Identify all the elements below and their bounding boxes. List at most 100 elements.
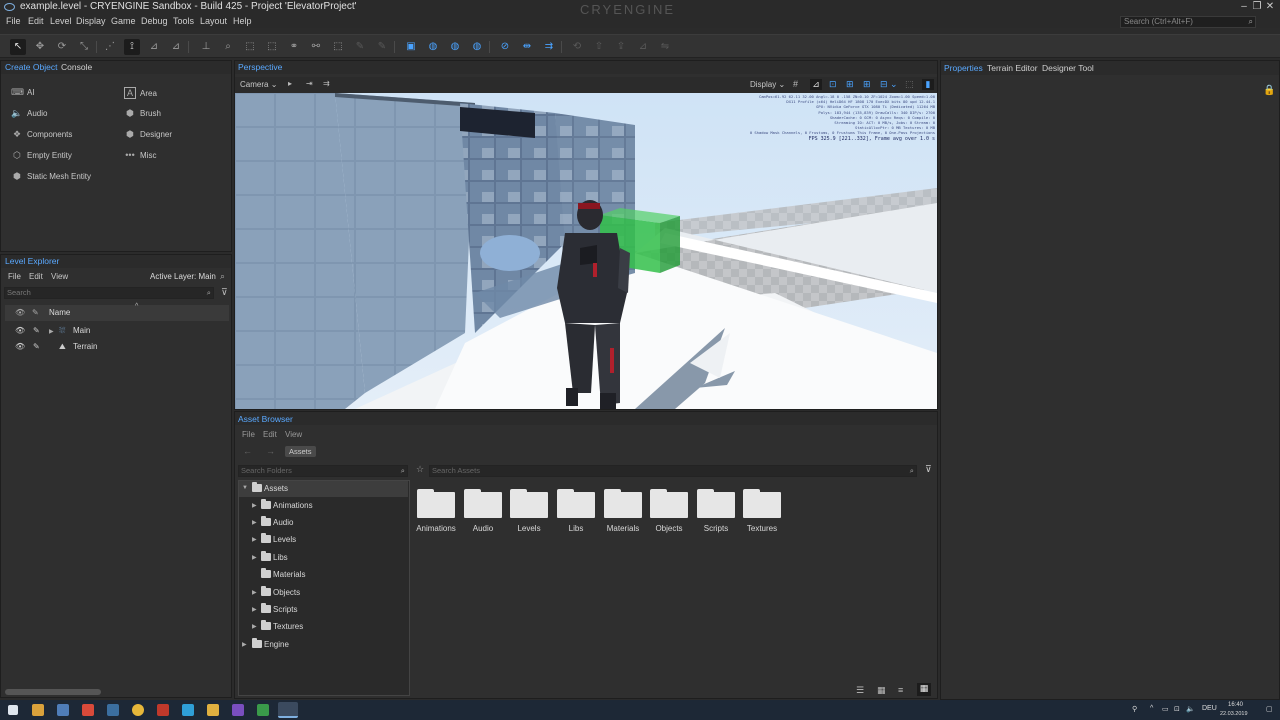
lock-icon[interactable]: 🔒: [1263, 85, 1275, 96]
create-ai-item[interactable]: ⌨ AI: [11, 87, 35, 98]
game-mode-icon[interactable]: ▣: [403, 39, 419, 55]
create-static-mesh-item[interactable]: ⬢ Static Mesh Entity: [11, 171, 91, 182]
search-assets-input[interactable]: Search Assets ⌕: [429, 465, 917, 477]
le-menu-edit[interactable]: Edit: [29, 272, 43, 281]
cryengine-task-icon[interactable]: [278, 702, 298, 718]
minimize-button[interactable]: –: [1238, 1, 1250, 12]
tree-item-audio[interactable]: ▶ Audio: [239, 515, 408, 531]
terrain-snap-icon[interactable]: ⊞: [846, 79, 854, 90]
asset-folder-tile[interactable]: Audio: [463, 486, 503, 533]
forward-arrow-icon[interactable]: →: [266, 446, 275, 456]
create-empty-entity-item[interactable]: ⬡ Empty Entity: [11, 150, 72, 161]
zoom-icon[interactable]: ⌕: [220, 39, 236, 55]
network-icon[interactable]: ⊡: [1174, 705, 1180, 713]
expand-arrow-icon[interactable]: ▼: [242, 485, 248, 491]
app-icon[interactable]: [182, 704, 194, 716]
back-arrow-icon[interactable]: ←: [243, 446, 252, 456]
breadcrumb-assets[interactable]: Assets: [285, 446, 316, 457]
expand-arrow-icon[interactable]: ▶: [252, 536, 257, 543]
global-search-input[interactable]: Search (Ctrl+Alt+F) ⌕: [1120, 16, 1256, 28]
app-icon[interactable]: [82, 704, 94, 716]
create-components-item[interactable]: ❖ Components: [11, 129, 72, 140]
tree-item-animations[interactable]: ▶ Animations: [239, 498, 408, 514]
tab-properties[interactable]: Properties: [944, 63, 983, 73]
pencil-icon[interactable]: ✎: [33, 326, 40, 335]
scale-tool-icon[interactable]: ⤡: [76, 39, 92, 55]
tab-terrain-editor[interactable]: Terrain Editor: [987, 63, 1038, 73]
align-icon[interactable]: ⊿: [146, 39, 162, 55]
expand-arrow-icon[interactable]: ▶: [252, 502, 257, 509]
tree-item-levels[interactable]: ▶ Levels: [239, 532, 408, 548]
next-camera-icon[interactable]: ⇥: [306, 79, 313, 88]
move-tool-icon[interactable]: ✥: [32, 39, 48, 55]
camera-speed-icon[interactable]: ⇉: [541, 39, 557, 55]
grid-icon[interactable]: #: [793, 79, 798, 89]
language-indicator[interactable]: DEU: [1202, 705, 1217, 712]
details-view-icon[interactable]: ☰: [856, 685, 864, 696]
asset-folder-tile[interactable]: Materials: [603, 486, 643, 533]
menu-tools[interactable]: Tools: [173, 16, 194, 26]
close-button[interactable]: ✕: [1264, 1, 1276, 12]
tree-item-engine[interactable]: ▶ Engine: [239, 637, 408, 653]
tree-item-materials[interactable]: Materials: [239, 567, 408, 583]
unlink-icon[interactable]: ⚯: [308, 39, 324, 55]
redo-icon[interactable]: ⇧: [591, 39, 607, 55]
tab-designer-tool[interactable]: Designer Tool: [1042, 63, 1094, 73]
eye-icon[interactable]: 👁: [15, 326, 25, 335]
eye-icon[interactable]: 👁: [15, 342, 25, 351]
geometry-snap-icon[interactable]: ⊞: [863, 79, 871, 90]
sync-camera-icon[interactable]: ⇹: [519, 39, 535, 55]
axis-constraint-icon[interactable]: ⟟: [124, 39, 140, 55]
menu-help[interactable]: Help: [233, 16, 252, 26]
surface-snap-icon[interactable]: ⊟ ⌄: [880, 79, 898, 90]
asset-folder-tile[interactable]: Levels: [509, 486, 549, 533]
menu-display[interactable]: Display: [76, 16, 106, 26]
search-icon[interactable]: ⌕: [220, 271, 225, 282]
asset-folder-tile[interactable]: Objects: [649, 486, 689, 533]
camera-dropdown[interactable]: Camera ⌄: [240, 80, 277, 89]
tree-item-objects[interactable]: ▶ Objects: [239, 585, 408, 601]
hide-helpers-icon[interactable]: ⊘: [497, 39, 513, 55]
viewport-3d[interactable]: CamPos=61.92 62.11 32.00 Angl=-18 0 -158…: [235, 93, 937, 409]
edit-header-icon[interactable]: ✎: [32, 308, 39, 317]
search-folders-input[interactable]: Search Folders ⌕: [238, 465, 408, 477]
create-brush-item[interactable]: ⬢ Brush: [124, 108, 161, 119]
ab-menu-view[interactable]: View: [285, 430, 302, 439]
le-menu-view[interactable]: View: [51, 272, 68, 281]
create-area-item[interactable]: A Area: [124, 87, 157, 99]
name-column-header[interactable]: Name: [49, 308, 70, 317]
store-icon[interactable]: [57, 704, 69, 716]
tab-console[interactable]: Console: [61, 62, 92, 72]
expand-arrow-icon[interactable]: ▶: [49, 328, 54, 335]
rotate-tool-icon[interactable]: ⟳: [54, 39, 70, 55]
menu-edit[interactable]: Edit: [28, 16, 44, 26]
horizontal-scrollbar[interactable]: [5, 689, 101, 695]
menu-level[interactable]: Level: [50, 16, 72, 26]
list-view-icon[interactable]: ≡: [898, 685, 903, 695]
display-dropdown[interactable]: Display ⌄: [750, 80, 785, 89]
snap-icon[interactable]: ⋰: [102, 39, 118, 55]
app-icon[interactable]: [107, 704, 119, 716]
tree-item-textures[interactable]: ▶ Textures: [239, 619, 408, 635]
pencil-icon[interactable]: ✎: [33, 342, 40, 351]
tab-create-object[interactable]: Create Object: [5, 62, 57, 72]
tray-icon[interactable]: ▭: [1162, 705, 1169, 713]
filter-icon[interactable]: ⊽: [221, 287, 228, 298]
thumbnail-view-icon[interactable]: ▦: [877, 685, 886, 696]
maximize-button[interactable]: ❐: [1251, 1, 1263, 12]
expand-arrow-icon[interactable]: ▶: [252, 519, 257, 526]
asset-folder-tile[interactable]: Scripts: [696, 486, 736, 533]
app-icon[interactable]: [257, 704, 269, 716]
grid-view-icon[interactable]: ▦: [917, 683, 931, 696]
physics-icon[interactable]: ◍: [425, 39, 441, 55]
generate-icon[interactable]: ⇋: [657, 39, 673, 55]
measure-icon[interactable]: ⊿: [635, 39, 651, 55]
tree-item-scripts[interactable]: ▶ Scripts: [239, 602, 408, 618]
create-misc-item[interactable]: ••• Misc: [124, 150, 156, 160]
scale-snap-icon[interactable]: ⊡: [829, 79, 837, 90]
chrome-icon[interactable]: [132, 704, 144, 716]
resolution-icon[interactable]: ⬚: [905, 79, 914, 90]
expand-arrow-icon[interactable]: ▶: [252, 589, 257, 596]
angle-snap-icon[interactable]: ⊿: [810, 79, 822, 90]
expand-arrow-icon[interactable]: ▶: [242, 641, 247, 648]
